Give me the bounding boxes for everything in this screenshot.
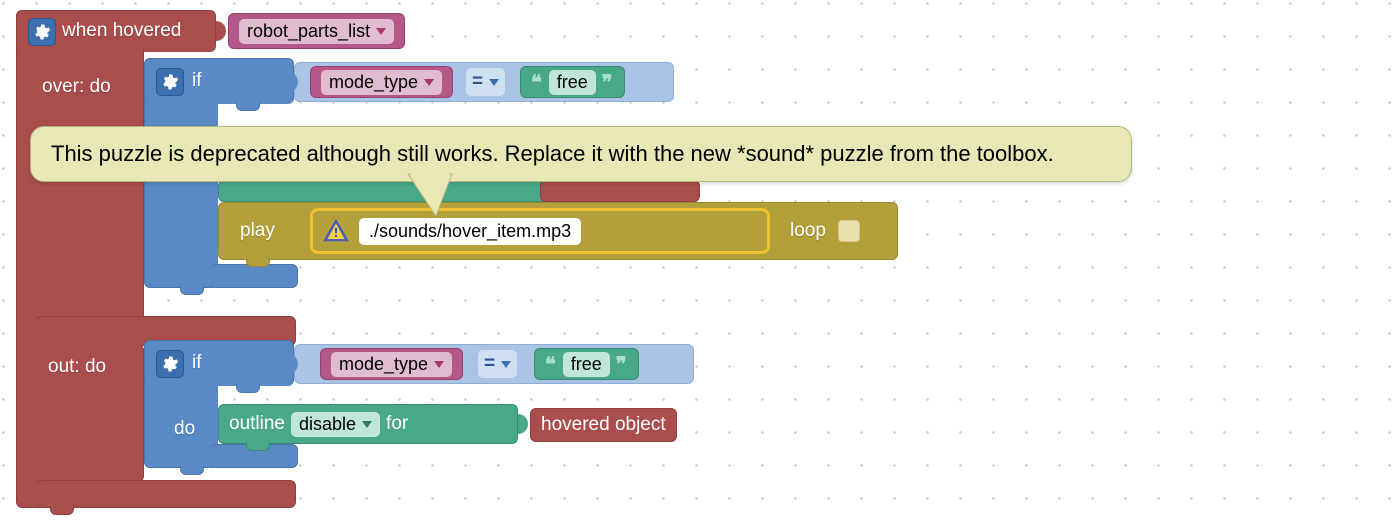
quote-open-icon: ❝ [545, 352, 557, 377]
hovered-object-label: hovered object [541, 414, 666, 436]
warning-icon[interactable] [323, 218, 349, 244]
string-literal-free[interactable]: ❝ free ❞ [520, 66, 625, 98]
gear-icon[interactable] [28, 18, 56, 46]
deprecation-tooltip: This puzzle is deprecated although still… [30, 126, 1132, 182]
chevron-down-icon [424, 79, 434, 86]
loop-label: loop [790, 220, 826, 242]
tooltip-text: This puzzle is deprecated although still… [51, 141, 1054, 166]
var-mode-type[interactable]: mode_type [310, 66, 453, 98]
over-do-label: over: do [42, 76, 111, 98]
block-notch [180, 466, 204, 475]
outline-block[interactable]: outline disable for [218, 404, 518, 444]
block-notch [180, 286, 204, 295]
chevron-down-icon [489, 79, 499, 86]
puzzle-connector [216, 21, 226, 41]
loop-checkbox[interactable] [838, 220, 860, 242]
play-label: play [240, 220, 275, 242]
outline-mode-dropdown[interactable]: disable [291, 412, 380, 437]
gear-icon[interactable] [156, 350, 184, 378]
quote-close-icon: ❞ [616, 352, 628, 377]
var-mode-type-2[interactable]: mode_type [320, 348, 463, 380]
var-name: robot_parts_list [247, 21, 370, 42]
var-name: mode_type [339, 354, 428, 375]
event-bottom [36, 480, 296, 508]
string-value[interactable]: free [563, 352, 610, 377]
var-name: mode_type [329, 72, 418, 93]
hovered-object-block[interactable]: hovered object [530, 408, 677, 442]
string-literal-free-2[interactable]: ❝ free ❞ [534, 348, 639, 380]
play-arg[interactable]: ./sounds/hover_item.mp3 [310, 208, 770, 254]
gear-icon[interactable] [156, 68, 184, 96]
puzzle-connector [518, 414, 528, 434]
quote-close-icon: ❞ [602, 70, 614, 95]
tooltip-tail-icon [400, 172, 470, 222]
dropdown-mode-type[interactable]: mode_type [321, 70, 442, 95]
op-label: = [472, 71, 483, 93]
out-do-label: out: do [48, 356, 106, 378]
string-value[interactable]: free [549, 70, 596, 95]
hidden-block-under-tooltip-2[interactable] [540, 180, 700, 202]
when-hovered-label: when hovered [62, 20, 181, 42]
if-block-bottom [210, 264, 298, 288]
op-label: = [484, 353, 495, 375]
chevron-down-icon [376, 28, 386, 35]
compare-op-2[interactable]: = [478, 350, 517, 378]
block-notch [50, 506, 74, 515]
compare-op[interactable]: = [466, 68, 505, 96]
var-robot-parts-list[interactable]: robot_parts_list [228, 13, 405, 49]
quote-open-icon: ❝ [531, 70, 543, 95]
do-label-2: do [174, 418, 195, 440]
sound-path-field[interactable]: ./sounds/hover_item.mp3 [359, 218, 581, 245]
chevron-down-icon [434, 361, 444, 368]
block-notch [246, 258, 270, 267]
outline-label: outline [229, 413, 285, 435]
chevron-down-icon [501, 361, 511, 368]
dropdown-mode-type-2[interactable]: mode_type [331, 352, 452, 377]
block-notch [236, 102, 260, 111]
if-label: if [192, 70, 202, 92]
chevron-down-icon [362, 421, 372, 428]
dropdown-robot-parts[interactable]: robot_parts_list [239, 19, 394, 44]
for-label: for [386, 413, 408, 435]
block-notch [246, 442, 270, 451]
block-notch [236, 384, 260, 393]
if-label-2: if [192, 352, 202, 374]
